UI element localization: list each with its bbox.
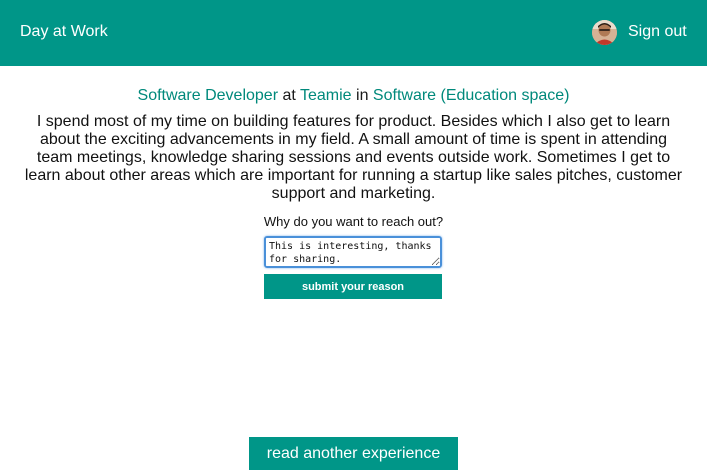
sign-out-link[interactable]: Sign out — [628, 22, 687, 42]
role-link[interactable]: Software Developer — [138, 87, 279, 104]
industry-link[interactable]: Software (Education space) — [373, 87, 570, 104]
user-avatar-icon[interactable] — [592, 20, 617, 45]
reach-out-label: Why do you want to reach out? — [263, 214, 444, 229]
experience-headline: Software Developer at Teamie in Software… — [0, 86, 707, 106]
reason-textarea[interactable]: This is interesting, thanks for sharing. — [264, 236, 442, 268]
at-word: at — [282, 87, 296, 104]
company-link[interactable]: Teamie — [300, 87, 352, 104]
page: Day at Work Sign out Software Developer … — [0, 0, 707, 470]
submit-reason-button[interactable]: submit your reason — [264, 274, 442, 299]
navbar: Day at Work Sign out — [0, 0, 707, 66]
experience-description: I spend most of my time on building feat… — [24, 113, 683, 202]
in-word: in — [356, 87, 369, 104]
brand-link[interactable]: Day at Work — [20, 22, 108, 42]
read-another-experience-button[interactable]: read another experience — [249, 437, 458, 470]
